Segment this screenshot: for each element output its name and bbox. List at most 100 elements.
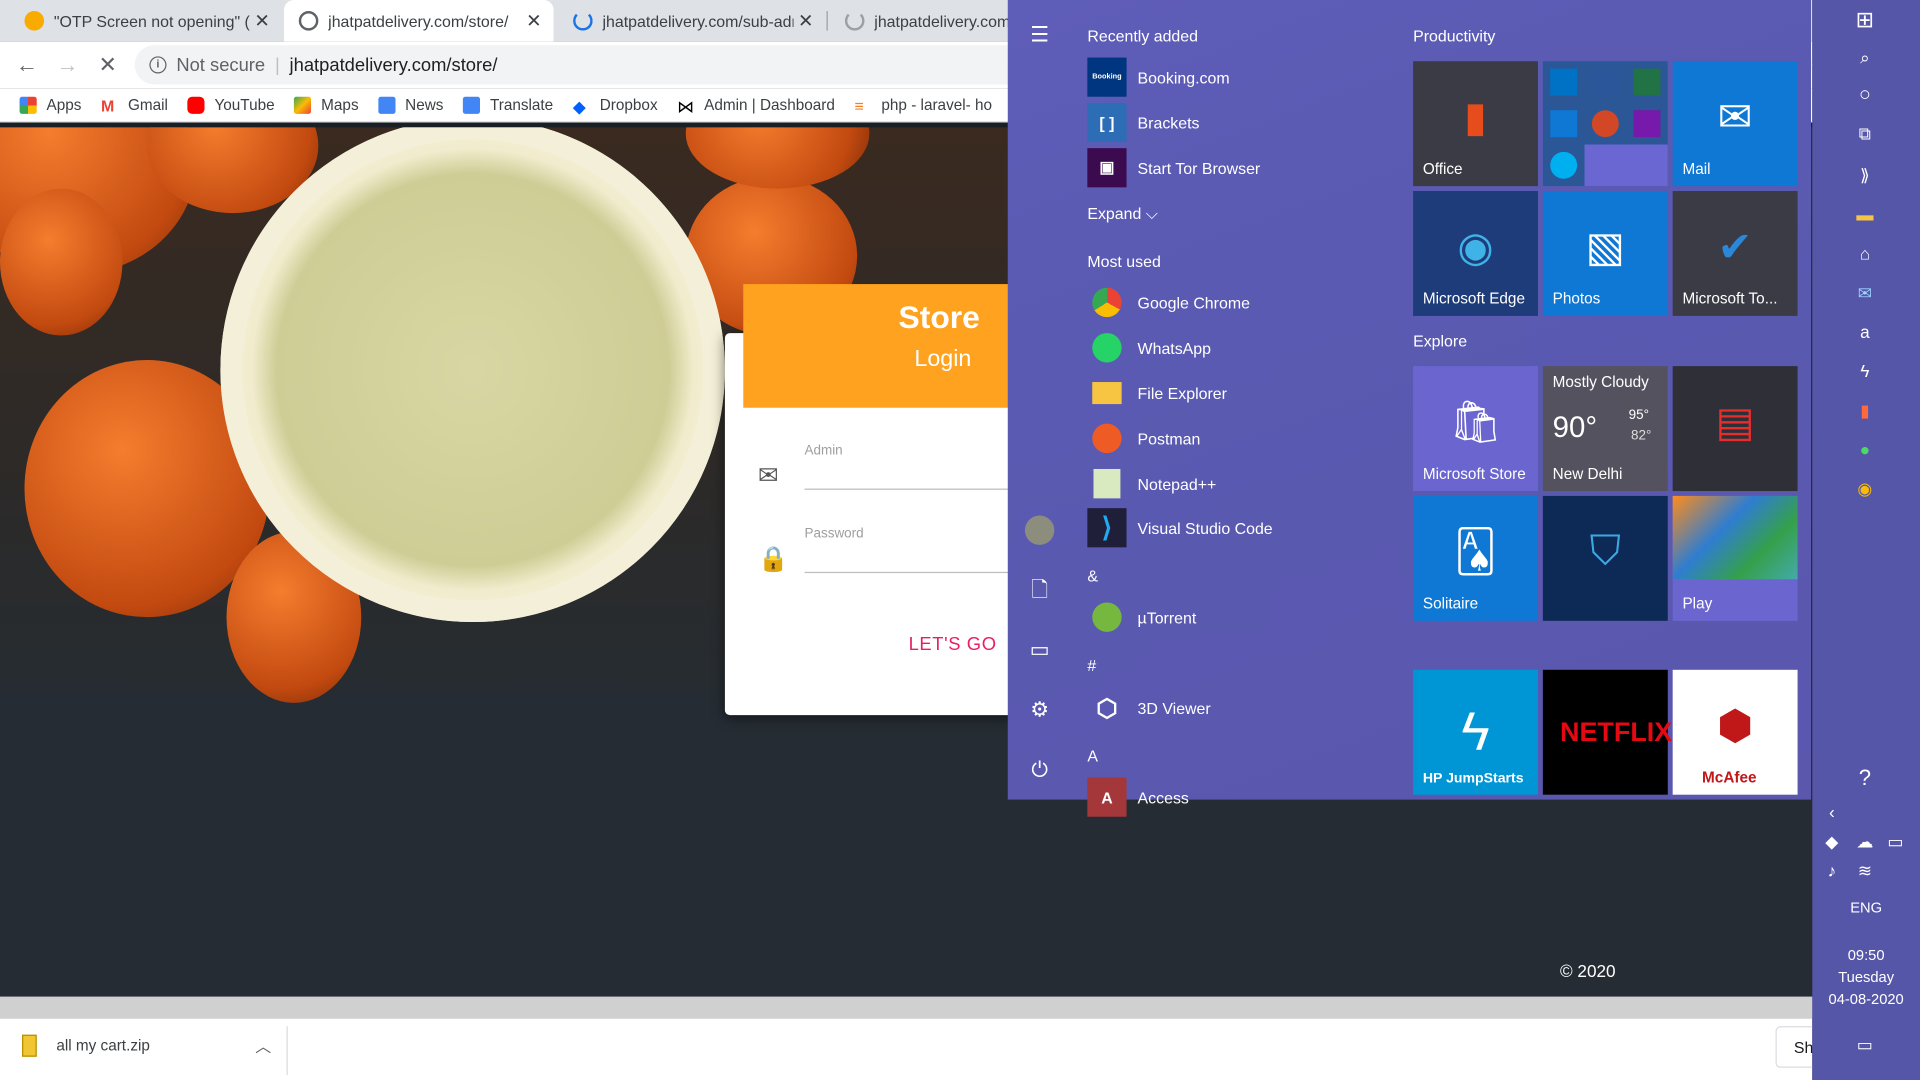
password-field[interactable]: Password [804,522,1019,574]
tile-hp-jumpstarts[interactable]: ϟ HP JumpStarts [1413,669,1538,795]
tile-news[interactable]: ▤ [1672,366,1798,492]
task-view-icon[interactable]: ⧉ [1850,120,1879,147]
cloud-sync-icon[interactable]: ☁ [1850,828,1879,855]
app-label: 3D Viewer [1137,698,1211,717]
settings-gear-icon[interactable]: ⚙ [1025,696,1054,725]
tab-jhatpat[interactable]: jhatpatdelivery.com [830,0,1026,42]
tile-office[interactable]: ▮ Office [1413,61,1538,187]
booking-icon: Booking [1087,57,1127,97]
whatsapp-icon[interactable]: ● [1850,436,1879,463]
windows-start-icon[interactable]: ⊞ [1850,6,1879,33]
powerpoint-icon [1591,110,1619,138]
download-item[interactable]: all my cart.zip ︿ [22,1033,271,1057]
app-postman[interactable]: Postman [1087,419,1200,458]
admin-field[interactable]: Admin [804,438,1019,490]
tile-solitaire[interactable]: 🂡 Solitaire [1413,495,1538,621]
tile-photos[interactable]: ▧ Photos [1542,191,1668,316]
bookmark-apps[interactable]: Apps [19,96,81,114]
office-icon[interactable]: ▮ [1850,397,1879,424]
letter-hash[interactable]: # [1087,656,1096,674]
tile-microsoft-store[interactable]: 🛍 Microsoft Store [1413,366,1538,492]
app-tor[interactable]: ▣ Start Tor Browser [1087,148,1260,188]
letter-amp[interactable]: & [1087,567,1098,585]
letter-a[interactable]: A [1087,747,1098,765]
stop-loading-icon[interactable]: ✕ [92,49,124,81]
tile-todo[interactable]: ✔ Microsoft To... [1672,191,1798,316]
hp-jumpstart-icon[interactable]: ϟ [1850,358,1879,385]
bookmark-label: YouTube [214,96,275,114]
volume-icon[interactable]: ♪ [1817,857,1846,884]
info-icon[interactable]: i [149,56,167,74]
admin-label: Admin [804,443,843,458]
documents-icon[interactable]: 🗋 [1025,576,1054,605]
bookmark-php-laravel[interactable]: ≡ php - laravel- ho [854,96,992,114]
help-icon[interactable]: ? [1850,764,1879,791]
clock-time[interactable]: 09:50 [1812,947,1920,964]
bookmark-youtube[interactable]: YouTube [187,96,275,114]
language-indicator[interactable]: ENG [1812,899,1920,916]
app-file-explorer[interactable]: File Explorer [1087,373,1227,412]
amazon-icon[interactable]: a [1850,318,1879,345]
tile-weather[interactable]: Mostly Cloudy 90° 95° 82° New Delhi [1542,366,1668,492]
cortana-icon[interactable]: ○ [1850,82,1879,109]
wifi-icon[interactable]: ≋ [1850,857,1879,884]
hamburger-menu-icon[interactable]: ☰ [1025,21,1054,50]
close-tab-icon[interactable]: ✕ [250,10,274,32]
app-whatsapp[interactable]: WhatsApp [1087,328,1211,367]
back-arrow-icon[interactable]: ← [11,49,43,81]
app-3d-viewer[interactable]: ⬡ 3D Viewer [1087,688,1210,727]
bookmark-news[interactable]: News [378,96,443,114]
search-icon[interactable]: ⌕ [1850,44,1879,71]
bookmark-gmail[interactable]: M Gmail [101,96,168,114]
tab-otp-screen[interactable]: "OTP Screen not opening" (# ✕ [10,0,282,42]
translate-icon [463,96,481,114]
tile-play[interactable]: Play [1672,495,1798,621]
tile-office-apps-group[interactable] [1542,61,1668,187]
pictures-icon[interactable]: ▭ [1025,636,1054,665]
clock-date[interactable]: 04-08-2020 [1812,991,1920,1008]
close-tab-icon[interactable]: ✕ [522,10,546,32]
tile-mcafee[interactable]: ⬢ McAfee [1672,669,1798,795]
tab-sub-admin[interactable]: jhatpatdelivery.com/sub-adm ✕ [558,0,825,42]
explore-header: Explore [1413,331,1468,351]
tile-label: McAfee [1702,768,1757,787]
chevron-up-icon[interactable]: ︿ [255,1033,271,1056]
store-bag-icon[interactable]: ⌂ [1850,240,1879,267]
tile-vpn[interactable]: ⛉ [1542,495,1668,621]
action-center-icon[interactable]: ▭ [1850,1031,1879,1058]
tab-store[interactable]: jhatpatdelivery.com/store/ ✕ [284,0,554,42]
forward-arrow-icon[interactable]: → [51,49,83,81]
vscode-taskbar-icon[interactable]: ⟫ [1850,162,1879,189]
app-access[interactable]: A Access [1087,777,1189,817]
chevron-left-icon[interactable]: ‹ [1817,798,1846,825]
app-notepadpp[interactable]: Notepad++ [1087,464,1216,503]
user-avatar[interactable] [1024,515,1055,545]
power-icon[interactable]: ⏻ [1025,756,1054,785]
battery-icon[interactable]: ▭ [1881,828,1910,855]
tile-mail[interactable]: ✉ Mail [1672,61,1798,187]
bookmark-translate[interactable]: Translate [463,96,553,114]
file-explorer-icon[interactable]: ▬ [1850,201,1879,228]
app-brackets[interactable]: [ ] Brackets [1087,102,1199,143]
app-booking[interactable]: Booking Booking.com [1087,57,1230,97]
mail-icon[interactable]: ✉ [1850,279,1879,306]
mcafee-shield-icon: ⬢ [1716,702,1754,750]
app-utorrent[interactable]: µTorrent [1087,598,1196,637]
expand-button[interactable]: Expand ⌵ [1087,204,1158,224]
lets-go-button[interactable]: LET'S GO [909,634,997,655]
clock-day[interactable]: Tuesday [1812,969,1920,986]
tile-netflix[interactable]: NETFLIX [1542,669,1672,795]
dropbox-tray-icon[interactable]: ◆ [1817,828,1846,855]
bookmark-admin-dashboard[interactable]: ⋈ Admin | Dashboard [677,96,835,116]
tile-edge[interactable]: ◉ Microsoft Edge [1413,191,1538,316]
orange-image [0,188,123,336]
url-text[interactable]: jhatpatdelivery.com/store/ [290,54,498,75]
chrome-icon[interactable]: ◉ [1850,475,1879,502]
close-tab-icon[interactable]: ✕ [793,10,817,32]
start-left-rail: ☰ 🗋 ▭ ⚙ ⏻ [1008,0,1072,800]
bookmark-dropbox[interactable]: ◆ Dropbox [573,96,658,116]
app-vscode[interactable]: ⟩ Visual Studio Code [1087,508,1273,548]
app-chrome[interactable]: Google Chrome [1087,283,1250,322]
bookmark-maps[interactable]: Maps [294,96,359,114]
photo-icon: ▧ [1585,224,1625,271]
